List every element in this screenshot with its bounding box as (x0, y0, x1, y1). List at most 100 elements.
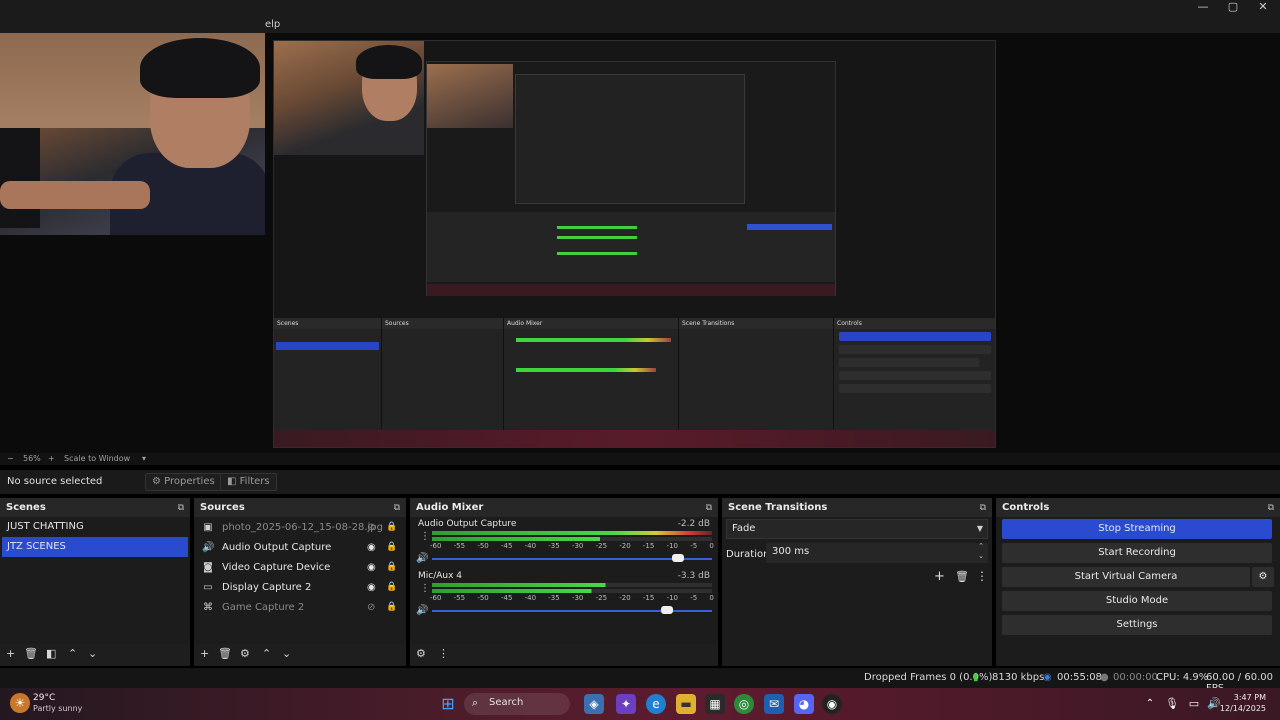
store-icon[interactable]: ▦ (705, 694, 725, 714)
signal-icon: ▮ (973, 672, 979, 683)
minimize-button[interactable]: — (1188, 0, 1218, 16)
source-row[interactable]: ▭ Display Capture 2 ◉ 🔒 (194, 577, 404, 597)
visibility-icon[interactable]: ◉ (367, 582, 376, 593)
lock-icon[interactable]: 🔒 (386, 542, 397, 552)
network-icon[interactable]: ▭ (1184, 694, 1204, 714)
advanced-audio-icon[interactable]: ⚙ (416, 647, 426, 660)
source-row[interactable]: ◙ Video Capture Device ◉ 🔒 (194, 557, 404, 577)
microphone-icon[interactable]: 🎙 (1162, 694, 1182, 714)
volume-slider-handle[interactable] (672, 554, 685, 562)
undock-icon[interactable]: ⧉ (980, 503, 986, 513)
zoom-in-icon[interactable]: + (48, 454, 55, 463)
duration-input[interactable]: 300 ms ⌃ ⌄ (766, 541, 988, 563)
copilot-icon[interactable]: ✦ (616, 694, 636, 714)
lock-icon[interactable]: 🔒 (386, 522, 397, 532)
menu-help-fragment[interactable]: elp (265, 19, 280, 30)
add-transition-icon[interactable]: + (934, 569, 945, 584)
studio-mode-button[interactable]: Studio Mode (1002, 591, 1272, 611)
stream-icon: ◉ (1043, 672, 1052, 683)
scene-item-just-chatting[interactable]: JUST CHATTING (2, 517, 188, 537)
gear-icon: ⚙ (152, 476, 165, 487)
scene-item-jtz-scenes[interactable]: JTZ SCENES (2, 537, 188, 557)
source-properties-icon[interactable]: ⚙ (240, 647, 250, 660)
title-bar: elp — ▢ ✕ (0, 0, 1280, 33)
properties-button[interactable]: ⚙ Properties (145, 473, 222, 491)
move-down-icon[interactable]: ⌄ (282, 647, 291, 660)
taskbar: ☀ 29°C Partly sunny ⊞ ⌕ Search ◈ ✦ e ▬ ▦… (0, 688, 1280, 720)
source-row[interactable]: ⌘ Game Capture 2 ⊘ 🔒 (194, 597, 404, 617)
stop-streaming-button[interactable]: Stop Streaming (1002, 519, 1272, 539)
add-source-icon[interactable]: + (200, 647, 209, 660)
source-row[interactable]: ▣ photo_2025-06-12_15-08-28.jpg ⊘ 🔒 (194, 517, 404, 537)
mixer-menu-icon[interactable]: ⋮ (438, 647, 449, 660)
zoom-out-icon[interactable]: − (7, 454, 14, 463)
visibility-off-icon[interactable]: ⊘ (367, 602, 375, 613)
weather-icon[interactable]: ☀ (10, 693, 30, 713)
level-meter (432, 583, 712, 587)
clock-time[interactable]: 3:47 PM (1234, 693, 1266, 702)
undock-icon[interactable]: ⧉ (1268, 503, 1274, 513)
speaker-icon: 🔊 (202, 541, 215, 553)
scenes-dock: Scenes ⧉ JUST CHATTING JTZ SCENES + 🗑 ◧ ⌃… (0, 498, 190, 666)
app-icon[interactable]: ◈ (584, 694, 604, 714)
controls-title: Controls (1002, 502, 1050, 513)
lock-icon[interactable]: 🔒 (386, 602, 397, 612)
scale-mode[interactable]: Scale to Window (64, 454, 130, 463)
remove-transition-icon[interactable]: 🗑 (955, 570, 969, 583)
move-down-icon[interactable]: ⌄ (88, 647, 97, 660)
bitrate: 8130 kbps (992, 672, 1045, 683)
visibility-icon[interactable]: ◉ (367, 542, 376, 553)
undock-icon[interactable]: ⧉ (394, 503, 400, 513)
lock-icon[interactable]: 🔒 (386, 582, 397, 592)
source-row[interactable]: 🔊 Audio Output Capture ◉ 🔒 (194, 537, 404, 557)
webcam-feed (0, 33, 265, 235)
chrome-icon[interactable]: ◎ (734, 694, 754, 714)
folder-icon[interactable]: ▬ (676, 694, 696, 714)
status-bar: Dropped Frames 0 (0.0%) ▮ 8130 kbps ◉ 00… (0, 668, 1280, 694)
speaker-icon[interactable]: 🔊 (416, 553, 428, 564)
add-scene-icon[interactable]: + (6, 647, 15, 660)
audio-mixer-dock: Audio Mixer ⧉ Audio Output Capture -2.2 d… (410, 498, 718, 666)
transition-select[interactable]: Fade ▼ (726, 519, 988, 539)
start-recording-button[interactable]: Start Recording (1002, 543, 1272, 563)
move-up-icon[interactable]: ⌃ (68, 647, 77, 660)
channel-name: Audio Output Capture (418, 519, 517, 529)
move-up-icon[interactable]: ⌃ (262, 647, 271, 660)
weather-temp: 29°C (33, 693, 56, 703)
discord-icon[interactable]: ◕ (794, 694, 814, 714)
volume-slider-handle[interactable] (661, 606, 674, 614)
clock-date[interactable]: 12/14/2025 (1220, 704, 1266, 713)
settings-button[interactable]: Settings (1002, 615, 1272, 635)
volume-slider[interactable] (432, 558, 712, 560)
edge-icon[interactable]: e (646, 694, 666, 714)
undock-icon[interactable]: ⧉ (178, 503, 184, 513)
virtual-camera-settings-button[interactable]: ⚙ (1252, 567, 1274, 587)
channel-db: -2.2 dB (677, 519, 710, 529)
filters-button[interactable]: ◧ Filters (220, 473, 277, 491)
scale-dropdown-icon[interactable]: ▾ (142, 454, 146, 463)
sources-title: Sources (200, 502, 245, 513)
undock-icon[interactable]: ⧉ (706, 503, 712, 513)
camera-icon: ◙ (203, 561, 213, 573)
remove-scene-icon[interactable]: 🗑 (24, 647, 38, 660)
scene-filters-icon[interactable]: ◧ (46, 647, 56, 660)
remove-source-icon[interactable]: 🗑 (218, 647, 232, 660)
obs-icon[interactable]: ◉ (822, 694, 842, 714)
scene-transitions-title: Scene Transitions (728, 502, 828, 513)
speaker-icon[interactable]: 🔊 (416, 605, 428, 616)
lock-icon[interactable]: 🔒 (386, 562, 397, 572)
start-icon[interactable]: ⊞ (438, 694, 458, 714)
start-virtual-camera-button[interactable]: Start Virtual Camera (1002, 567, 1250, 587)
taskbar-search[interactable]: ⌕ Search (464, 693, 570, 715)
visibility-off-icon[interactable]: ⊘ (367, 522, 375, 533)
spin-icon[interactable]: ⌃ ⌄ (978, 541, 984, 561)
channel-menu-icon[interactable]: ⋮ (420, 531, 430, 542)
preview-canvas[interactable]: Scenes Sources Audio Mixer Scene Transit… (0, 33, 1280, 453)
maximize-button[interactable]: ▢ (1218, 0, 1248, 16)
chevron-up-icon[interactable]: ⌃ (1140, 694, 1160, 714)
transition-menu-icon[interactable]: ⋮ (976, 569, 988, 583)
close-button[interactable]: ✕ (1248, 0, 1278, 16)
visibility-icon[interactable]: ◉ (367, 562, 376, 573)
channel-menu-icon[interactable]: ⋮ (420, 583, 430, 594)
mail-icon[interactable]: ✉ (764, 694, 784, 714)
